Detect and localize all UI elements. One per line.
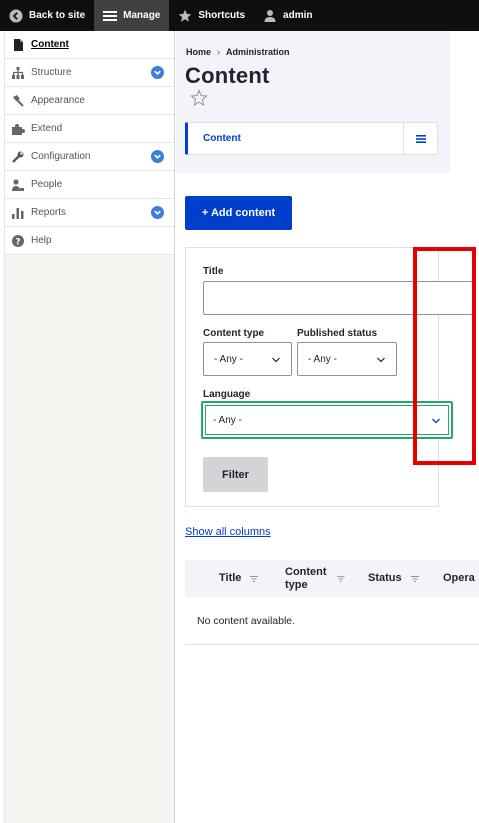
star-icon	[178, 9, 192, 23]
shortcuts-tab[interactable]: Shortcuts	[169, 0, 254, 31]
add-content-button[interactable]: + Add content	[185, 196, 292, 230]
sidebar-item-label: Structure	[31, 67, 72, 78]
sidebar-item-label: Configuration	[31, 151, 91, 162]
manage-label: Manage	[123, 10, 161, 21]
column-title-label: Title	[219, 572, 242, 584]
tab-content[interactable]: Content	[188, 133, 403, 144]
breadcrumb-home[interactable]: Home	[186, 47, 211, 57]
content-type-label: Content type	[203, 328, 265, 339]
language-value: - Any -	[213, 414, 242, 426]
content-type-select[interactable]: - Any -	[203, 342, 292, 376]
title-field-label: Title	[203, 266, 224, 277]
table-header: Title Content type Status Opera	[185, 560, 479, 597]
sidebar-item-label: Content	[31, 39, 69, 50]
filter-button[interactable]: Filter	[203, 457, 268, 492]
bar-chart-icon	[11, 206, 25, 220]
puzzle-icon	[11, 122, 25, 136]
sidebar-item-extend[interactable]: Extend	[5, 115, 174, 143]
sidebar-item-people[interactable]: People	[5, 171, 174, 199]
paintbrush-icon	[11, 94, 25, 108]
expand-toggle-reports[interactable]	[151, 206, 164, 219]
chevron-down-icon	[154, 154, 161, 159]
shortcut-star-icon[interactable]	[190, 89, 208, 107]
language-label: Language	[203, 389, 251, 400]
sort-icon	[410, 576, 419, 582]
shortcuts-label: Shortcuts	[198, 10, 246, 21]
admin-toolbar: Back to site Manage Shortcuts admin	[0, 0, 479, 31]
hamburger-icon	[415, 134, 426, 143]
primary-tabs: Content	[185, 122, 438, 155]
sidebar-item-content[interactable]: Content	[5, 31, 174, 59]
sidebar-item-label: Extend	[31, 123, 63, 134]
admin-sidebar: Content Structure Appearance Extend Conf…	[4, 31, 175, 823]
column-header-title[interactable]: Title	[219, 560, 259, 597]
file-icon	[11, 38, 25, 52]
user-label: admin	[283, 10, 313, 21]
sidebar-item-label: Appearance	[31, 95, 85, 106]
sidebar-item-appearance[interactable]: Appearance	[5, 87, 174, 115]
content-type-value: - Any -	[214, 353, 243, 365]
sidebar-item-help[interactable]: ? Help	[5, 227, 174, 255]
breadcrumb: Home › Administration	[186, 47, 290, 57]
empty-message: No content available.	[197, 615, 296, 627]
table-body: No content available.	[185, 597, 479, 645]
published-status-select[interactable]: - Any -	[297, 342, 397, 376]
manage-tab[interactable]: Manage	[94, 0, 170, 31]
sort-icon	[250, 576, 259, 582]
user-icon	[263, 9, 277, 23]
chevron-down-icon	[377, 357, 385, 363]
tabs-menu-toggle[interactable]	[403, 123, 437, 154]
column-header-status[interactable]: Status	[368, 560, 420, 597]
column-content-type-label: Content type	[285, 565, 327, 591]
user-tab[interactable]: admin	[254, 0, 321, 31]
sort-icon	[336, 576, 345, 582]
column-status-label: Status	[368, 572, 402, 584]
chevron-down-icon	[154, 70, 161, 75]
help-icon: ?	[11, 234, 25, 248]
expand-toggle-structure[interactable]	[151, 66, 164, 79]
chevron-down-icon	[154, 210, 161, 215]
wrench-icon	[11, 150, 25, 164]
sidebar-item-label: Reports	[31, 207, 67, 218]
svg-text:?: ?	[15, 237, 20, 247]
sitemap-icon	[11, 66, 25, 80]
published-status-value: - Any -	[308, 353, 337, 365]
highlight-box	[413, 247, 476, 465]
page-header: Home › Administration Content Content	[176, 31, 450, 173]
column-operations-label: Opera	[443, 572, 475, 584]
sidebar-item-configuration[interactable]: Configuration	[5, 143, 174, 171]
chevron-down-icon	[272, 357, 280, 363]
expand-toggle-configuration[interactable]	[151, 150, 164, 163]
sidebar-item-label: Help	[31, 235, 52, 246]
filter-form: Title Content type - Any - Published sta…	[185, 247, 473, 507]
sidebar-item-structure[interactable]: Structure	[5, 59, 174, 87]
breadcrumb-administration[interactable]: Administration	[226, 47, 290, 57]
column-header-operations: Opera	[443, 560, 475, 597]
back-to-site-label: Back to site	[29, 10, 86, 21]
show-all-columns-link[interactable]: Show all columns	[185, 526, 271, 538]
breadcrumb-separator: ›	[217, 47, 221, 57]
back-arrow-icon	[9, 9, 23, 23]
page-title: Content	[185, 63, 270, 88]
nav-list: Content Structure Appearance Extend Conf…	[5, 31, 174, 255]
back-to-site-link[interactable]: Back to site	[0, 0, 94, 31]
hamburger-icon	[103, 9, 118, 23]
sidebar-item-label: People	[31, 179, 63, 190]
sidebar-item-reports[interactable]: Reports	[5, 199, 174, 227]
people-icon	[11, 178, 25, 192]
column-header-content-type[interactable]: Content type	[285, 560, 345, 597]
published-status-label: Published status	[297, 328, 378, 339]
